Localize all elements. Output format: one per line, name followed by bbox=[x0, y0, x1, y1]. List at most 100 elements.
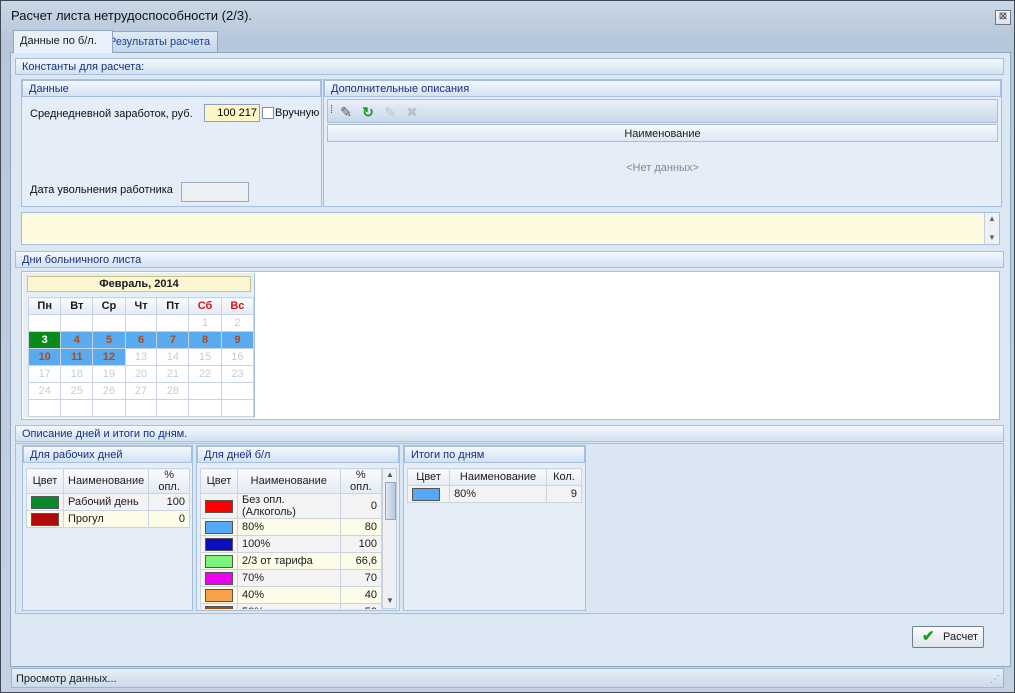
calendar-day[interactable] bbox=[124, 399, 158, 417]
table-row[interactable]: 80% 80 bbox=[200, 518, 382, 536]
color-swatch bbox=[31, 495, 59, 509]
calendar-day[interactable] bbox=[92, 314, 126, 332]
calendar-day[interactable]: 1 bbox=[188, 314, 222, 332]
calendar-day[interactable]: 18 bbox=[60, 365, 94, 383]
tab-calc-results[interactable]: Результаты расчета bbox=[102, 31, 218, 52]
calendar-day[interactable]: 3 bbox=[27, 331, 62, 349]
calendar-day[interactable]: 17 bbox=[27, 365, 62, 383]
calendar-day[interactable] bbox=[188, 382, 222, 400]
calendar-day[interactable]: 10 bbox=[27, 348, 62, 366]
work-days-table: Цвет Наименование% опл. Рабочий день 100 Про… bbox=[26, 468, 190, 528]
name-column-header[interactable]: Наименование bbox=[327, 124, 998, 142]
dismissal-date-input[interactable] bbox=[181, 182, 249, 202]
calendar-day[interactable]: 4 bbox=[60, 331, 94, 349]
calendar-grid: Пн Вт Ср Чт Пт Сб Вс 1 2 3 4 5 6 7 8 9 10 11 12 13 14 15 16 17 1… bbox=[27, 297, 255, 417]
calculate-button[interactable]: ✔ Расчет bbox=[912, 626, 984, 648]
column-header[interactable]: Кол. bbox=[546, 468, 582, 486]
calendar-day[interactable]: 5 bbox=[92, 331, 126, 349]
column-header[interactable]: Наименование bbox=[62, 468, 150, 494]
calendar-day[interactable]: 23 bbox=[220, 365, 255, 383]
no-data-text: <Нет данных> bbox=[626, 162, 699, 174]
edit-icon[interactable]: ✎ bbox=[381, 103, 399, 121]
calendar-day[interactable]: 11 bbox=[60, 348, 94, 366]
scroll-up-icon[interactable]: ▲ bbox=[988, 214, 996, 223]
close-button[interactable]: ⊠ bbox=[995, 10, 1011, 25]
calendar-day[interactable]: 7 bbox=[156, 331, 190, 349]
row-name: 40% bbox=[237, 586, 341, 604]
calendar-day[interactable]: 12 bbox=[92, 348, 126, 366]
color-cell bbox=[200, 586, 238, 604]
row-value: 100 bbox=[339, 535, 382, 553]
column-header[interactable]: Цвет bbox=[406, 468, 451, 486]
calendar-day[interactable] bbox=[220, 382, 255, 400]
refresh-icon[interactable]: ↻ bbox=[359, 103, 377, 121]
color-cell bbox=[200, 493, 238, 519]
table-row[interactable]: 40% 40 bbox=[200, 586, 382, 604]
weekday-header: Ср bbox=[92, 297, 126, 315]
calendar-day[interactable]: 28 bbox=[156, 382, 190, 400]
calendar-day[interactable]: 21 bbox=[156, 365, 190, 383]
table-row[interactable]: Без опл.(Алкоголь) 0 bbox=[200, 493, 382, 519]
column-header[interactable]: Цвет bbox=[200, 468, 238, 494]
calendar-day[interactable] bbox=[220, 399, 255, 417]
calendar-day[interactable]: 22 bbox=[188, 365, 222, 383]
calendar-day[interactable]: 13 bbox=[124, 348, 158, 366]
calendar-day[interactable]: 26 bbox=[92, 382, 126, 400]
table-row[interactable]: 70% 70 bbox=[200, 569, 382, 587]
calendar-day[interactable] bbox=[156, 399, 190, 417]
notes-scrollbar[interactable]: ▲ ▼ bbox=[984, 213, 999, 244]
column-header[interactable]: Наименование bbox=[237, 468, 341, 494]
calendar-day[interactable]: 8 bbox=[188, 331, 222, 349]
sick-list-days-table: Цвет Наименование% опл. Без опл.(Алкоголь)… bbox=[200, 468, 382, 609]
resize-grip-icon[interactable]: ⋰ bbox=[990, 670, 1000, 690]
calendar-day[interactable] bbox=[92, 399, 126, 417]
table-row[interactable]: 80% 9 bbox=[406, 485, 582, 503]
notepad-icon[interactable]: ✎ bbox=[337, 103, 355, 121]
table-row[interactable]: Рабочий день 100 bbox=[26, 493, 190, 511]
scroll-up-icon[interactable]: ▲ bbox=[386, 470, 394, 479]
color-swatch bbox=[205, 520, 233, 534]
calendar-day[interactable]: 25 bbox=[60, 382, 94, 400]
color-swatch bbox=[205, 537, 233, 551]
calendar-day[interactable] bbox=[156, 314, 190, 332]
scroll-thumb[interactable] bbox=[385, 482, 396, 520]
table-row[interactable]: 50%50 bbox=[200, 603, 382, 609]
scroll-down-icon[interactable]: ▼ bbox=[386, 596, 394, 605]
calendar-day[interactable] bbox=[124, 314, 158, 332]
sick-list-scrollbar[interactable]: ▲ ▼ bbox=[382, 468, 397, 609]
calendar-day[interactable]: 16 bbox=[220, 348, 255, 366]
calendar-day[interactable] bbox=[60, 314, 94, 332]
table-row[interactable]: Прогул 0 bbox=[26, 510, 190, 528]
calendar-day[interactable]: 19 bbox=[92, 365, 126, 383]
manual-checkbox[interactable] bbox=[262, 107, 274, 119]
calendar-day[interactable]: 20 bbox=[124, 365, 158, 383]
table-row[interactable]: 100% 100 bbox=[200, 535, 382, 553]
column-header[interactable]: % опл. bbox=[339, 468, 382, 494]
calendar-day[interactable]: 9 bbox=[220, 331, 255, 349]
calendar-day[interactable] bbox=[27, 399, 62, 417]
calendar-day[interactable]: 6 bbox=[124, 331, 158, 349]
calendar-day[interactable]: 14 bbox=[156, 348, 190, 366]
sick-list-days-header: Для дней б/л bbox=[197, 446, 399, 463]
calendar-day[interactable]: 27 bbox=[124, 382, 158, 400]
scroll-down-icon[interactable]: ▼ bbox=[988, 233, 996, 242]
delete-icon[interactable]: ✖ bbox=[403, 103, 421, 121]
notes-textarea[interactable]: ▲ ▼ bbox=[21, 212, 1000, 245]
calendar-day[interactable] bbox=[27, 314, 62, 332]
column-header[interactable]: Наименование bbox=[449, 468, 547, 486]
calendar-day[interactable] bbox=[60, 399, 94, 417]
calendar-day[interactable]: 24 bbox=[27, 382, 62, 400]
summary-header: Описание дней и итоги по дням. bbox=[15, 425, 1004, 442]
calendar-day[interactable] bbox=[188, 399, 222, 417]
color-cell bbox=[26, 493, 64, 511]
sick-days-area: Февраль, 2014 Пн Вт Ср Чт Пт Сб Вс 1 2 3 4 5 6 7 8 9 10 1… bbox=[21, 271, 1000, 420]
sick-list-days-scroll[interactable]: Цвет Наименование% опл. Без опл.(Алкоголь)… bbox=[200, 468, 382, 609]
column-header[interactable]: Цвет bbox=[26, 468, 64, 494]
tab-sick-list-data[interactable]: Данные по б/л. bbox=[13, 30, 113, 53]
avg-earnings-input[interactable] bbox=[204, 104, 260, 122]
calendar-day[interactable]: 2 bbox=[220, 314, 255, 332]
column-header[interactable]: % опл. bbox=[148, 468, 190, 494]
calendar-day[interactable]: 15 bbox=[188, 348, 222, 366]
table-row[interactable]: 2/3 от тарифа 66,6 bbox=[200, 552, 382, 570]
color-swatch bbox=[205, 605, 233, 609]
